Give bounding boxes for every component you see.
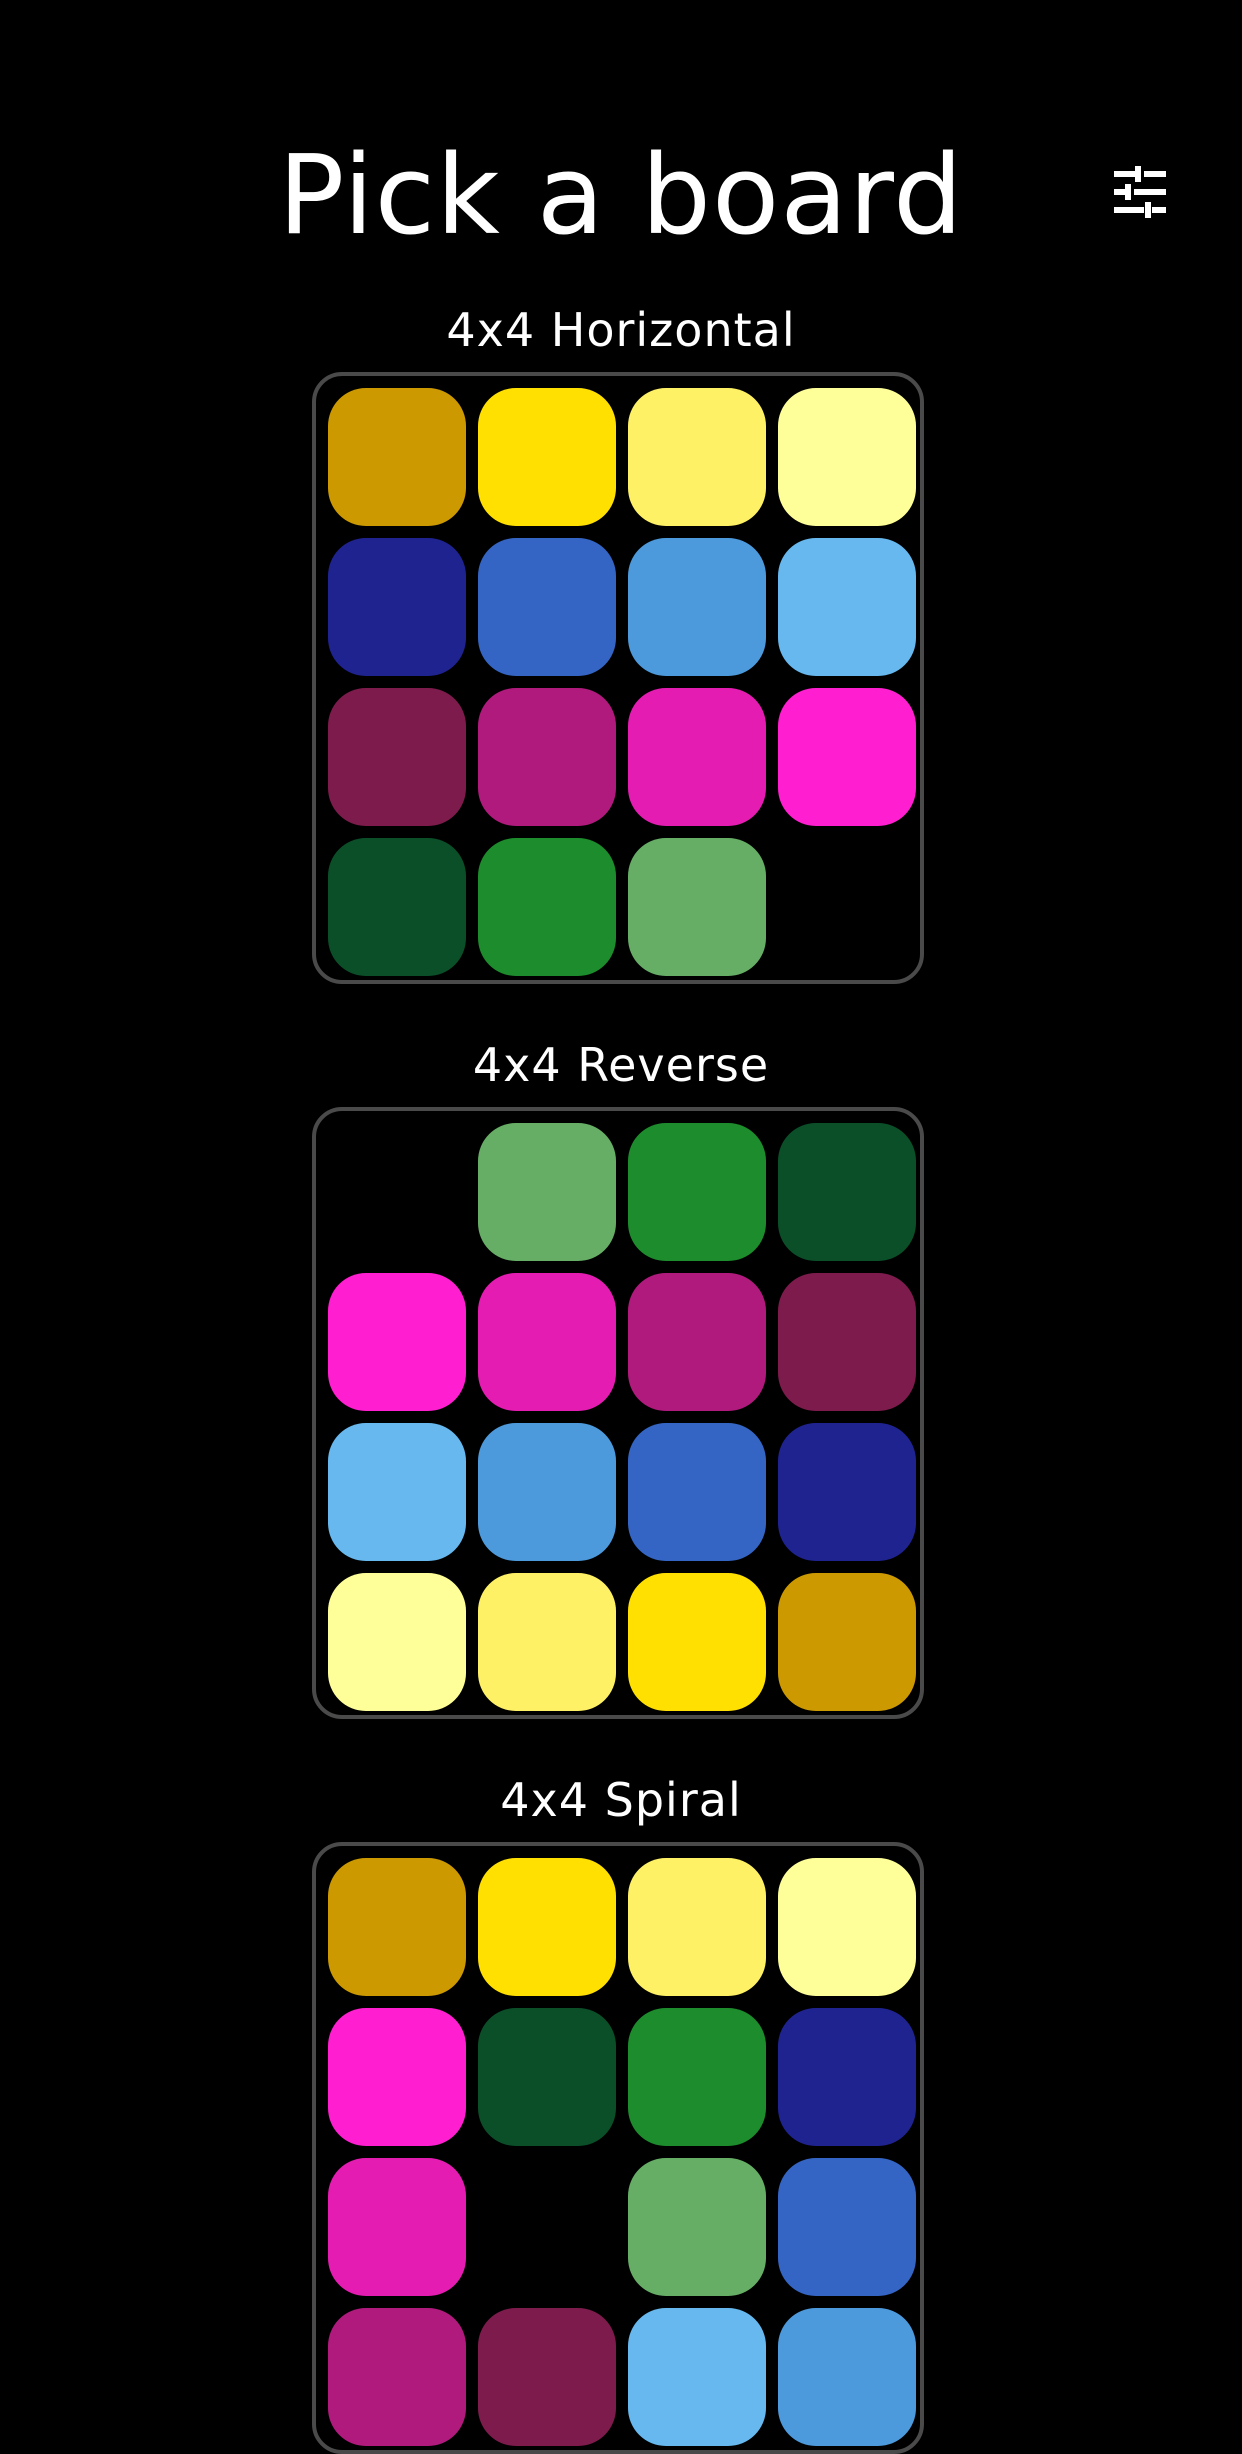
- board-tile: [628, 1858, 766, 1996]
- board-tile: [328, 1573, 466, 1711]
- board-tile: [328, 1273, 466, 1411]
- board-label: 4x4 Spiral: [500, 1773, 742, 1827]
- board-tile: [778, 1123, 916, 1261]
- board-tile: [778, 2008, 916, 2146]
- page-title: Pick a board: [278, 131, 964, 259]
- board-tile: [328, 2158, 466, 2296]
- board-tile: [628, 2008, 766, 2146]
- board-tile: [328, 838, 466, 976]
- board-tile: [778, 388, 916, 526]
- board-tile: [778, 688, 916, 826]
- board-tile: [478, 1273, 616, 1411]
- board-tile: [778, 1423, 916, 1561]
- board-tile: [628, 388, 766, 526]
- board-tile: [328, 388, 466, 526]
- board-tile: [628, 838, 766, 976]
- board-tile: [628, 1273, 766, 1411]
- board-label: 4x4 Reverse: [472, 1038, 770, 1092]
- board-tile: [628, 2308, 766, 2446]
- board-tile: [478, 538, 616, 676]
- sliders-icon: [1114, 166, 1166, 218]
- board-preview[interactable]: [312, 372, 924, 984]
- board-tile: [628, 688, 766, 826]
- board-tile: [328, 1858, 466, 1996]
- board-tile: [778, 1273, 916, 1411]
- board-tile: [628, 1123, 766, 1261]
- board-tile: [328, 2308, 466, 2446]
- board-tile: [778, 538, 916, 676]
- board-tile: [478, 2008, 616, 2146]
- board-preview[interactable]: [312, 1842, 924, 2454]
- board-tile: [778, 1573, 916, 1711]
- board-tile: [478, 1573, 616, 1711]
- board-tile: [628, 2158, 766, 2296]
- board-tile: [478, 838, 616, 976]
- board-tile: [328, 1423, 466, 1561]
- board-tile: [478, 1423, 616, 1561]
- board-tile: [778, 1858, 916, 1996]
- board-tile: [328, 2008, 466, 2146]
- board-tile: [478, 388, 616, 526]
- board-tile: [478, 2308, 616, 2446]
- board-tile: [328, 538, 466, 676]
- board-tile: [628, 538, 766, 676]
- board-preview[interactable]: [312, 1107, 924, 1719]
- settings-button[interactable]: [1112, 166, 1168, 218]
- board-tile: [778, 2158, 916, 2296]
- board-tile: [478, 688, 616, 826]
- board-tile: [328, 688, 466, 826]
- board-label: 4x4 Horizontal: [446, 303, 796, 357]
- board-tile: [778, 2308, 916, 2446]
- board-tile: [628, 1573, 766, 1711]
- board-tile: [628, 1423, 766, 1561]
- board-tile: [478, 1123, 616, 1261]
- board-tile: [478, 1858, 616, 1996]
